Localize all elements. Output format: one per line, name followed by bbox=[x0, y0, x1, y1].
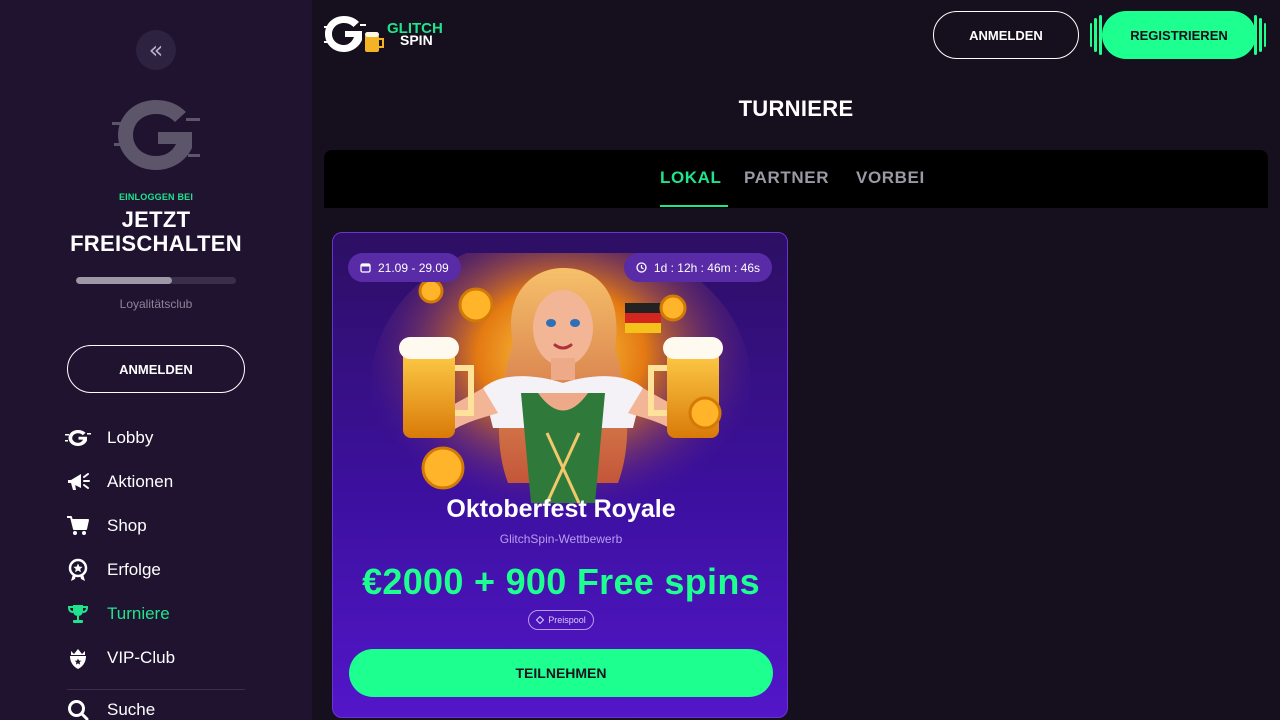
active-tab-indicator bbox=[660, 205, 728, 207]
vip-icon bbox=[64, 644, 92, 672]
timer-badge: 1d : 12h : 46m : 46s bbox=[623, 253, 772, 282]
sidebar-item-label: VIP-Club bbox=[107, 648, 176, 667]
loyalty-progress-fill bbox=[76, 277, 172, 284]
sidebar-item-label: Suche bbox=[107, 700, 156, 719]
sidebar-item-shop[interactable]: Shop bbox=[64, 504, 264, 548]
sidebar-item-turniere[interactable]: Turniere bbox=[64, 592, 264, 636]
clock-icon bbox=[636, 262, 647, 273]
sidebar-item-vip-club[interactable]: VIP-Club bbox=[64, 636, 264, 680]
loyalty-progress-bar bbox=[76, 277, 236, 284]
sidebar-nav: Lobby Aktionen Shop Erfolge Turniere VIP… bbox=[64, 416, 264, 720]
sidebar-item-erfolge[interactable]: Erfolge bbox=[64, 548, 264, 592]
double-chevron-left-icon[interactable]: « bbox=[136, 30, 176, 70]
tab-vorbei[interactable]: VORBEI bbox=[856, 168, 925, 188]
sidebar: « EINLOGGEN BEI JETZT FREISCHALTEN Loyal… bbox=[0, 0, 312, 720]
tab-lokal[interactable]: LOKAL bbox=[660, 168, 722, 188]
sidebar-login-button[interactable]: ANMELDEN bbox=[67, 345, 245, 393]
sidebar-item-label: Shop bbox=[107, 516, 147, 535]
tab-partner[interactable]: PARTNER bbox=[744, 168, 829, 188]
beer-mug-icon bbox=[365, 32, 384, 52]
header-login-button[interactable]: ANMELDEN bbox=[933, 11, 1079, 59]
unlock-line-2: FREISCHALTEN bbox=[70, 231, 242, 256]
sidebar-item-label: Aktionen bbox=[107, 472, 174, 491]
date-range: 21.09 - 29.09 bbox=[378, 260, 449, 275]
header-register-button[interactable]: REGISTRIEREN bbox=[1102, 11, 1256, 59]
sidebar-item-label: Turniere bbox=[107, 604, 170, 623]
diamond-icon bbox=[536, 616, 545, 624]
calendar-icon bbox=[360, 262, 371, 273]
unlock-title: JETZT FREISCHALTEN bbox=[0, 208, 312, 256]
cart-icon bbox=[64, 512, 92, 540]
lobby-icon bbox=[64, 424, 92, 452]
megaphone-icon bbox=[64, 468, 92, 496]
sidebar-item-lobby[interactable]: Lobby bbox=[64, 416, 264, 460]
countdown-timer: 1d : 12h : 46m : 46s bbox=[653, 260, 760, 275]
prize-pool-label: Preispool bbox=[548, 615, 586, 625]
unlock-line-1: JETZT bbox=[121, 207, 191, 232]
search-icon bbox=[64, 696, 92, 720]
glitchspin-logo[interactable]: GLITCH SPIN bbox=[324, 14, 464, 56]
sidebar-item-aktionen[interactable]: Aktionen bbox=[64, 460, 264, 504]
sidebar-item-suche[interactable]: Suche bbox=[64, 688, 264, 720]
tournament-tabs: LOKAL PARTNER VORBEI bbox=[324, 150, 1268, 208]
page-title: TURNIERE bbox=[738, 96, 854, 121]
tournament-card[interactable]: 21.09 - 29.09 1d : 12h : 46m : 46s Oktob… bbox=[332, 232, 788, 718]
prize-amount: €2000 + 900 Free spins bbox=[362, 561, 760, 602]
date-badge: 21.09 - 29.09 bbox=[348, 253, 461, 282]
achievement-icon bbox=[64, 556, 92, 584]
tournament-name: Oktoberfest Royale bbox=[446, 495, 676, 523]
loyalty-label: Loyalitätsclub bbox=[119, 297, 193, 311]
sidebar-item-label: Lobby bbox=[107, 428, 154, 447]
prize-pool-badge: Preispool bbox=[528, 610, 594, 630]
logo-line-2: SPIN bbox=[400, 32, 433, 48]
glitchspin-emblem-icon bbox=[112, 100, 200, 170]
nav-divider bbox=[67, 689, 245, 690]
login-prompt: EINLOGGEN BEI bbox=[118, 192, 194, 202]
sidebar-item-label: Erfolge bbox=[107, 560, 161, 579]
join-tournament-button[interactable]: TEILNEHMEN bbox=[349, 649, 773, 697]
trophy-icon bbox=[64, 600, 92, 628]
tournament-subtitle: GlitchSpin-Wettbewerb bbox=[499, 532, 623, 546]
